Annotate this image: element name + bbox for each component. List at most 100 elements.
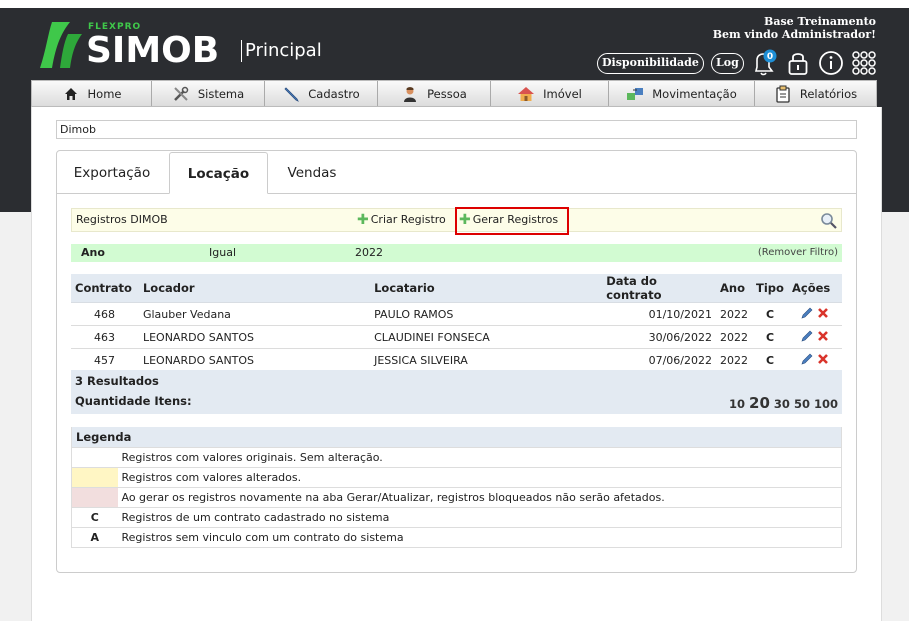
- legend-text: Registros com valores originais. Sem alt…: [117, 447, 842, 468]
- breadcrumb: Dimob: [56, 120, 857, 139]
- search-icon[interactable]: [820, 212, 837, 229]
- criar-registro-button[interactable]: ✚ Criar Registro: [357, 209, 446, 231]
- cell-tipo: C: [752, 325, 788, 349]
- page-size-100[interactable]: 100: [814, 397, 838, 411]
- pencil-icon: [282, 85, 300, 103]
- legend-text: Registros de um contrato cadastrado no s…: [117, 507, 842, 528]
- house-icon: [517, 85, 535, 103]
- disponibilidade-button[interactable]: Disponibilidade: [597, 53, 704, 74]
- tools-icon: [172, 85, 190, 103]
- table-header: Contrato Locador Locatario Data do contr…: [71, 274, 842, 303]
- menu-relatorios[interactable]: Relatórios: [755, 81, 876, 106]
- menu-cadastro[interactable]: Cadastro: [265, 81, 378, 106]
- cell-locador: LEONARDO SANTOS: [138, 325, 371, 349]
- plus-icon: ✚: [357, 212, 369, 228]
- legend-symbol-a: A: [71, 527, 118, 548]
- cell-tipo: C: [752, 348, 788, 372]
- cell-tipo: C: [752, 302, 788, 326]
- toolbar-title: Registros DIMOB: [76, 213, 168, 226]
- cell-locatario: JESSICA SILVEIRA: [370, 348, 603, 372]
- menu-movimentacao[interactable]: Movimentação: [609, 81, 755, 106]
- filter-value: 2022: [355, 246, 383, 259]
- delete-icon[interactable]: [817, 353, 829, 365]
- logo-separator: [241, 40, 242, 62]
- tab-exportacao[interactable]: Exportação: [66, 152, 158, 194]
- flexpro-swoosh-icon: [40, 22, 82, 68]
- legend-swatch-blocked: [71, 487, 118, 508]
- cell-data: 30/06/2022: [602, 325, 716, 349]
- legend-row: Registros com valores alterados.: [71, 467, 842, 488]
- page-size-30[interactable]: 30: [774, 397, 790, 411]
- col-locador[interactable]: Locador: [138, 274, 371, 303]
- cell-ano: 2022: [716, 325, 752, 349]
- welcome-text: Bem vindo Administrador!: [712, 28, 876, 41]
- legend-row: C Registros de um contrato cadastrado no…: [71, 507, 842, 528]
- tab-vendas[interactable]: Vendas: [276, 152, 348, 194]
- legend-text: Registros com valores alterados.: [117, 467, 842, 488]
- menu-pessoa-label: Pessoa: [427, 86, 467, 101]
- cell-contrato: 463: [71, 325, 139, 349]
- simob-logo[interactable]: FLEXPRO SIMOB Principal: [38, 20, 338, 72]
- col-tipo[interactable]: Tipo: [752, 274, 788, 303]
- cell-locador: Glauber Vedana: [138, 302, 371, 326]
- tab-locacao[interactable]: Locação: [169, 152, 268, 194]
- col-data[interactable]: Data do contrato: [602, 274, 716, 303]
- cell-locatario: PAULO RAMOS: [370, 302, 603, 326]
- section-title: Principal: [245, 40, 322, 61]
- menu-sistema[interactable]: Sistema: [152, 81, 265, 106]
- active-filter: Ano Igual 2022 (Remover Filtro): [71, 244, 842, 262]
- cell-locador: LEONARDO SANTOS: [138, 348, 371, 372]
- col-contrato[interactable]: Contrato: [71, 274, 139, 303]
- col-locatario[interactable]: Locatario: [370, 274, 603, 303]
- lock-icon[interactable]: [786, 49, 810, 77]
- cell-acoes: [787, 325, 842, 349]
- legend-swatch-original: [71, 447, 118, 468]
- cell-contrato: 468: [71, 302, 139, 326]
- results-footer: 3 Resultados Quantidade Itens: 10 20 30 …: [71, 370, 842, 414]
- log-button[interactable]: Log: [711, 53, 744, 74]
- simob-wordmark: SIMOB: [86, 30, 220, 71]
- results-count: 3 Resultados: [75, 374, 159, 388]
- bell-icon[interactable]: 0: [750, 49, 780, 77]
- edit-icon[interactable]: [801, 330, 813, 342]
- org-name: Base Treinamento: [764, 15, 876, 28]
- page-size-selector: 10 20 30 50 100: [729, 394, 838, 412]
- legend-row: A Registros sem vinculo com um contrato …: [71, 527, 842, 548]
- person-icon: [401, 85, 419, 103]
- legend-symbol-c: C: [71, 507, 118, 528]
- menu-pessoa[interactable]: Pessoa: [378, 81, 491, 106]
- col-acoes: Ações: [787, 274, 842, 303]
- clipboard-icon: [774, 85, 792, 103]
- menu-home[interactable]: Home: [32, 81, 152, 106]
- remove-filter-link[interactable]: (Remover Filtro): [758, 244, 838, 262]
- highlight-box: [455, 207, 569, 235]
- edit-icon[interactable]: [801, 353, 813, 365]
- cell-ano: 2022: [716, 348, 752, 372]
- cell-data: 07/06/2022: [602, 348, 716, 372]
- page-size-50[interactable]: 50: [794, 397, 810, 411]
- legend-text: Registros sem vinculo com um contrato do…: [117, 527, 842, 548]
- menu-home-label: Home: [87, 86, 122, 101]
- legend-table: Legenda Registros com valores originais.…: [71, 427, 842, 548]
- table-row[interactable]: 463 LEONARDO SANTOS CLAUDINEI FONSECA 30…: [71, 325, 842, 349]
- menu-imovel[interactable]: Imóvel: [491, 81, 609, 106]
- filter-operator: Igual: [209, 246, 236, 259]
- col-ano[interactable]: Ano: [716, 274, 752, 303]
- menu-cadastro-label: Cadastro: [308, 86, 360, 101]
- page-size-20[interactable]: 20: [749, 394, 770, 412]
- notification-count: 0: [767, 52, 773, 62]
- table-row[interactable]: 457 LEONARDO SANTOS JESSICA SILVEIRA 07/…: [71, 348, 842, 372]
- criar-registro-label: Criar Registro: [370, 213, 446, 226]
- cell-ano: 2022: [716, 302, 752, 326]
- delete-icon[interactable]: [817, 307, 829, 319]
- apps-grid-icon[interactable]: [850, 49, 878, 77]
- page-size-10[interactable]: 10: [729, 397, 745, 411]
- edit-icon[interactable]: [801, 307, 813, 319]
- table-row[interactable]: 468 Glauber Vedana PAULO RAMOS 01/10/202…: [71, 302, 842, 326]
- cell-contrato: 457: [71, 348, 139, 372]
- info-icon[interactable]: [817, 49, 845, 77]
- menu-relatorios-label: Relatórios: [799, 86, 858, 101]
- cell-acoes: [787, 348, 842, 372]
- delete-icon[interactable]: [817, 330, 829, 342]
- top-white-strip: [0, 0, 909, 8]
